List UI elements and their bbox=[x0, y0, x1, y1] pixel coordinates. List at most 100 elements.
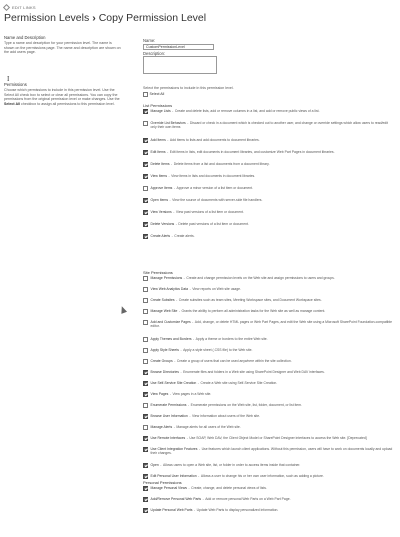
checked-checkbox[interactable] bbox=[143, 198, 148, 203]
unchecked-checkbox[interactable] bbox=[143, 287, 148, 292]
permission-item[interactable]: Edit Personal User Information - Allows a … bbox=[143, 474, 395, 479]
permission-description: Create, change, and delete personal view… bbox=[191, 486, 267, 490]
permission-name: Manage Permissions bbox=[150, 276, 183, 280]
permission-name: Add/Remove Personal Web Parts bbox=[150, 497, 202, 501]
permission-item[interactable]: Enumerate Permissions - Enumerate permissi… bbox=[143, 403, 395, 408]
permission-item[interactable]: Manage Permissions - Create and change per… bbox=[143, 276, 395, 281]
permission-description: View past versions of a list item or doc… bbox=[175, 210, 244, 214]
permission-item[interactable]: Delete Versions - Delete past versions of … bbox=[143, 222, 395, 227]
checked-checkbox[interactable] bbox=[143, 497, 148, 502]
permission-text: Add Items - Add items to lists and add doc… bbox=[151, 138, 260, 142]
name-label: Name: bbox=[143, 38, 156, 43]
permission-item[interactable]: View Web Analytics Data - View reports on … bbox=[143, 287, 395, 292]
unchecked-checkbox[interactable] bbox=[143, 403, 148, 408]
permission-description: View reports on Web site usage. bbox=[192, 287, 241, 291]
checked-checkbox[interactable] bbox=[143, 508, 148, 513]
permission-name: Apply Themes and Borders bbox=[150, 337, 192, 341]
permission-item[interactable]: View Versions - View past versions of a li… bbox=[143, 210, 395, 215]
permission-item[interactable]: Apply Style Sheets - Apply a style sheet (… bbox=[143, 348, 395, 353]
checked-checkbox[interactable] bbox=[143, 463, 148, 468]
checked-checkbox[interactable] bbox=[143, 234, 148, 239]
perm-desc-bold: Select All bbox=[4, 101, 21, 106]
permission-item[interactable]: Use Self-Service Site Creation - Create a … bbox=[143, 381, 395, 386]
permission-text: Manage Permissions - Create and change per… bbox=[151, 276, 335, 280]
permission-name: View Items bbox=[150, 174, 168, 178]
permission-item[interactable]: Browse User Information - View information… bbox=[143, 414, 395, 419]
name-field[interactable] bbox=[143, 44, 214, 50]
permission-description: Grants the ability to perform all admini… bbox=[181, 309, 326, 313]
edit-links[interactable]: EDIT LINKS bbox=[2, 3, 36, 11]
checked-checkbox[interactable] bbox=[143, 138, 148, 143]
permission-item[interactable]: Create Alerts - Create alerts. bbox=[143, 234, 395, 239]
permission-text: Browse Directories - Enumerate files and f… bbox=[151, 370, 325, 374]
mouse-pointer-icon bbox=[118, 305, 128, 314]
permission-item[interactable]: View Items - View items in lists and docum… bbox=[143, 174, 395, 179]
permission-item[interactable]: Apply Themes and Borders - Apply a theme o… bbox=[143, 337, 395, 342]
permission-item[interactable]: Delete Items - Delete items from a list an… bbox=[143, 162, 395, 167]
checked-checkbox[interactable] bbox=[143, 447, 148, 452]
permission-item[interactable]: Manage Personal Views - Create, change, an… bbox=[143, 486, 395, 491]
perm-desc-part-b: checkbox to assign all permissions to th… bbox=[21, 101, 115, 106]
permission-text: View Pages - View pages in a Web site. bbox=[151, 392, 212, 396]
checked-checkbox[interactable] bbox=[143, 150, 148, 155]
permission-name: Update Personal Web Parts bbox=[150, 508, 193, 512]
permission-item[interactable]: Manage Lists - Create and delete lists, ad… bbox=[143, 109, 395, 114]
checked-checkbox[interactable] bbox=[143, 381, 148, 386]
permission-name: Manage Alerts bbox=[150, 425, 173, 429]
unchecked-checkbox[interactable] bbox=[143, 276, 148, 281]
permission-item[interactable]: Browse Directories - Enumerate files and f… bbox=[143, 370, 395, 375]
select-all-checkbox[interactable]: Select All bbox=[143, 92, 164, 97]
checked-checkbox[interactable] bbox=[143, 370, 148, 375]
permission-text: Override List Behaviors - Discard or check… bbox=[151, 121, 396, 129]
permission-name: Manage Lists bbox=[150, 109, 171, 113]
permission-text: Manage Lists - Create and delete lists, ad… bbox=[151, 109, 320, 113]
permission-item[interactable]: Add Items - Add items to lists and add doc… bbox=[143, 138, 395, 143]
permission-item[interactable]: Create Groups - Create a group of users th… bbox=[143, 359, 395, 364]
permission-item[interactable]: Open Items - View the source of documents … bbox=[143, 198, 395, 203]
permission-item[interactable]: Manage Alerts - Manage alerts for all user… bbox=[143, 425, 395, 430]
checked-checkbox[interactable] bbox=[143, 162, 148, 167]
permission-description: Enumerate permissions on the Web site, l… bbox=[190, 403, 302, 407]
description-field[interactable] bbox=[143, 56, 217, 74]
permission-item[interactable]: View Pages - View pages in a Web site. bbox=[143, 392, 395, 397]
checkbox[interactable] bbox=[143, 92, 148, 97]
permission-item[interactable]: Open - Allows users to open a Web site, li… bbox=[143, 463, 395, 468]
checked-checkbox[interactable] bbox=[143, 436, 148, 441]
permission-item[interactable]: Approve Items - Approve a minor version of… bbox=[143, 186, 395, 191]
checked-checkbox[interactable] bbox=[143, 392, 148, 397]
permission-name: View Pages bbox=[150, 392, 169, 396]
unchecked-checkbox[interactable] bbox=[143, 186, 148, 191]
permission-item[interactable]: Create Subsites - Create subsites such as … bbox=[143, 298, 395, 303]
permission-item[interactable]: Update Personal Web Parts - Update Web Par… bbox=[143, 508, 395, 513]
checked-checkbox[interactable] bbox=[143, 210, 148, 215]
permission-item[interactable]: Edit Items - Edit items in lists, edit doc… bbox=[143, 150, 395, 155]
checked-checkbox[interactable] bbox=[143, 486, 148, 491]
breadcrumb-permission-levels[interactable]: Permission Levels bbox=[4, 12, 89, 24]
permission-description: Apply a style sheet (.CSS file) to the W… bbox=[183, 348, 253, 352]
checked-checkbox[interactable] bbox=[143, 222, 148, 227]
checked-checkbox[interactable] bbox=[143, 414, 148, 419]
permission-name: Open bbox=[150, 463, 159, 467]
permission-item[interactable]: Add and Customize Pages - Add, change, or … bbox=[143, 320, 395, 328]
permission-item[interactable]: Use Remote Interfaces - Use SOAP, Web DAV,… bbox=[143, 436, 395, 441]
checked-checkbox[interactable] bbox=[143, 109, 148, 114]
permission-item[interactable]: Add/Remove Personal Web Parts - Add or rem… bbox=[143, 497, 395, 502]
permission-item[interactable]: Use Client Integration Features - Use feat… bbox=[143, 447, 395, 455]
permission-item[interactable]: Override List Behaviors - Discard or check… bbox=[143, 121, 395, 129]
permission-text: Create Groups - Create a group of users th… bbox=[151, 359, 292, 363]
unchecked-checkbox[interactable] bbox=[143, 425, 148, 430]
checked-checkbox[interactable] bbox=[143, 474, 148, 479]
permission-text: Browse User Information - View information… bbox=[151, 414, 261, 418]
unchecked-checkbox[interactable] bbox=[143, 121, 148, 126]
checked-checkbox[interactable] bbox=[143, 174, 148, 179]
unchecked-checkbox[interactable] bbox=[143, 320, 148, 325]
unchecked-checkbox[interactable] bbox=[143, 348, 148, 353]
unchecked-checkbox[interactable] bbox=[143, 309, 148, 314]
permission-item[interactable]: Manage Web Site - Grants the ability to pe… bbox=[143, 309, 395, 314]
unchecked-checkbox[interactable] bbox=[143, 337, 148, 342]
unchecked-checkbox[interactable] bbox=[143, 359, 148, 364]
permission-name: View Web Analytics Data bbox=[150, 287, 189, 291]
permission-text: View Items - View items in lists and docum… bbox=[151, 174, 256, 178]
unchecked-checkbox[interactable] bbox=[143, 298, 148, 303]
permission-text: Manage Web Site - Grants the ability to pe… bbox=[151, 309, 326, 313]
